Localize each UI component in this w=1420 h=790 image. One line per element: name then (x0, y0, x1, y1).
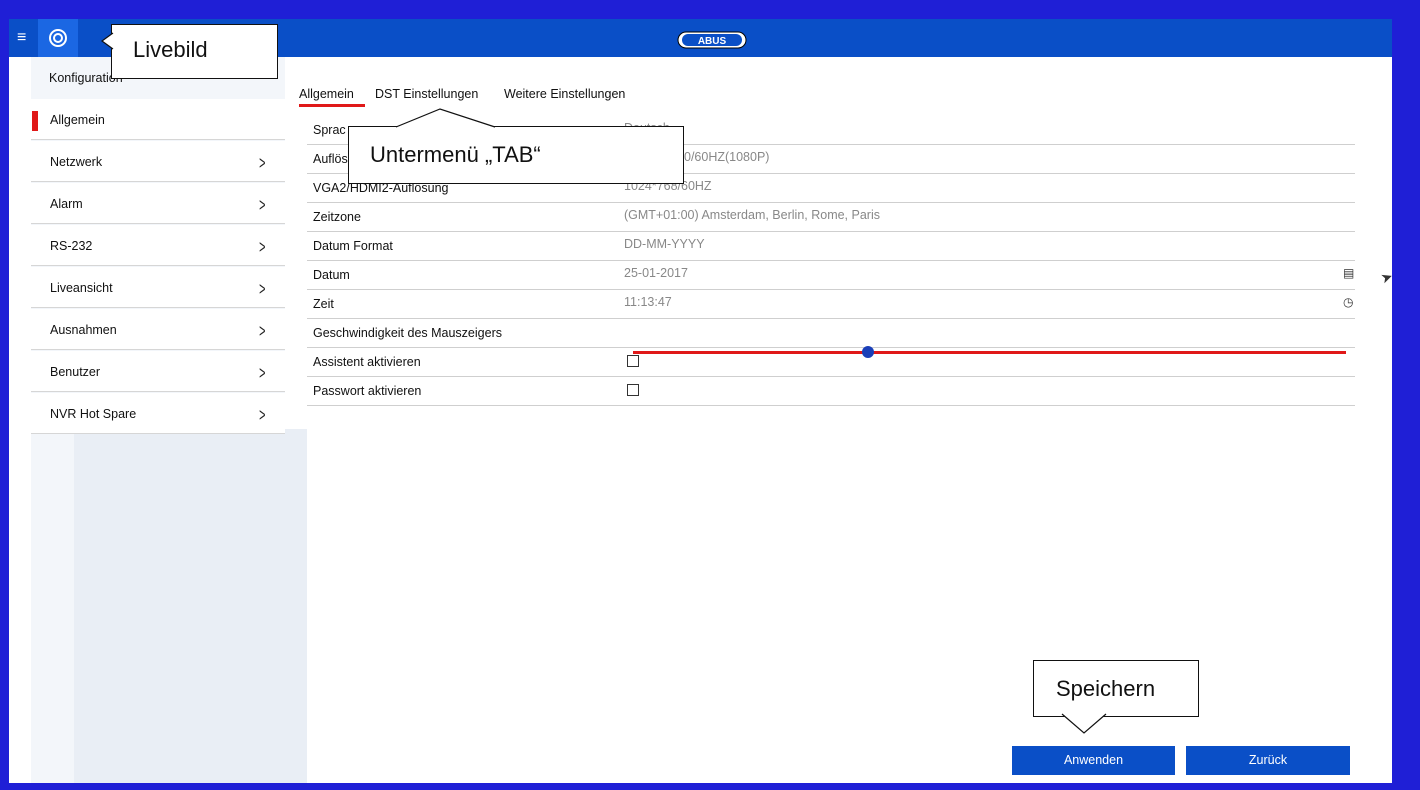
setting-value[interactable]: 25-01-2017 (624, 266, 688, 280)
passwort-checkbox[interactable] (627, 384, 639, 396)
apply-button[interactable]: Anwenden (1012, 746, 1175, 775)
setting-row-mauszeiger: Geschwindigkeit des Mauszeigers (307, 318, 1355, 348)
callout-pointer (1061, 713, 1107, 734)
sidebar-item-label: Liveansicht (50, 281, 113, 295)
setting-row-passwort: Passwort aktivieren (307, 376, 1355, 406)
clock-icon[interactable]: ◷ (1343, 295, 1353, 309)
callout-livebild: Livebild (111, 24, 278, 79)
callout-untermenu-tab: Untermenü „TAB“ (348, 126, 684, 184)
setting-label: Geschwindigkeit des Mauszeigers (313, 326, 502, 340)
sidebar-item-label: Allgemein (50, 113, 105, 127)
sidebar-item-label: RS-232 (50, 239, 93, 253)
setting-label: Datum Format (313, 239, 393, 253)
sidebar-item-label: NVR Hot Spare (50, 407, 137, 421)
sidebar-item-liveansicht[interactable]: Liveansicht > (31, 267, 285, 308)
setting-label: Assistent aktivieren (313, 355, 421, 369)
sidebar-item-allgemein[interactable]: Allgemein (31, 99, 285, 140)
setting-value[interactable]: 11:13:47 (624, 295, 672, 309)
window-frame: ≡ ABUS Konfiguration Allgemein Netzwerk (0, 0, 1420, 790)
chevron-right-icon: > (259, 321, 266, 341)
sidebar-background (74, 429, 307, 783)
callout-text: Speichern (1056, 676, 1156, 701)
sidebar-item-label: Benutzer (50, 365, 101, 379)
tab-allgemein[interactable]: Allgemein (299, 87, 354, 101)
sidebar-item-label: Netzwerk (50, 155, 103, 169)
sidebar-item-label: Alarm (50, 197, 83, 211)
calendar-icon[interactable]: ▤ (1343, 266, 1354, 280)
sidebar-item-label: Ausnahmen (50, 323, 117, 337)
sidebar-item-benutzer[interactable]: Benutzer > (31, 351, 285, 392)
chevron-right-icon: > (259, 153, 266, 173)
chevron-right-icon: > (259, 237, 266, 257)
chevron-right-icon: > (259, 195, 266, 215)
svg-text:ABUS: ABUS (698, 36, 727, 47)
setting-label: Sprac (313, 123, 346, 137)
callout-pointer (100, 32, 114, 50)
callout-speichern: Speichern (1033, 660, 1199, 717)
live-view-icon[interactable] (38, 19, 78, 57)
sidebar-item-ausnahmen[interactable]: Ausnahmen > (31, 309, 285, 350)
callout-text: Untermenü „TAB“ (370, 142, 541, 167)
mouse-cursor-icon: ➤ (1378, 267, 1392, 287)
setting-row-datum: Datum 25-01-2017 ▤ (307, 260, 1355, 290)
setting-label: Datum (313, 268, 350, 282)
tab-weitere-einstellungen[interactable]: Weitere Einstellungen (504, 87, 625, 101)
tab-dst-einstellungen[interactable]: DST Einstellungen (375, 87, 478, 101)
mouse-speed-slider[interactable] (633, 351, 1346, 354)
setting-row-datum-format: Datum Format DD-MM-YYYY (307, 231, 1355, 261)
active-marker (32, 111, 38, 131)
sidebar-item-alarm[interactable]: Alarm > (31, 183, 285, 224)
setting-row-zeitzone: Zeitzone (GMT+01:00) Amsterdam, Berlin, … (307, 202, 1355, 232)
setting-label: Auflös (313, 152, 348, 166)
setting-label: Zeitzone (313, 210, 361, 224)
setting-value[interactable]: DD-MM-YYYY (624, 237, 705, 251)
callout-pointer (395, 108, 496, 128)
setting-value[interactable]: (GMT+01:00) Amsterdam, Berlin, Rome, Par… (624, 208, 880, 222)
setting-value[interactable]: 0/60HZ(1080P) (684, 150, 769, 164)
sidebar-item-rs232[interactable]: RS-232 > (31, 225, 285, 266)
back-button[interactable]: Zurück (1186, 746, 1350, 775)
callout-text: Livebild (133, 37, 208, 62)
menu-icon[interactable]: ≡ (17, 28, 35, 48)
sidebar-item-nvr-hot-spare[interactable]: NVR Hot Spare > (31, 393, 285, 434)
setting-label: Zeit (313, 297, 334, 311)
setting-label: Passwort aktivieren (313, 384, 422, 398)
assistent-checkbox[interactable] (627, 355, 639, 367)
chevron-right-icon: > (259, 405, 266, 425)
chevron-right-icon: > (259, 279, 266, 299)
chevron-right-icon: > (259, 363, 266, 383)
abus-logo: ABUS (677, 31, 747, 49)
setting-row-zeit: Zeit 11:13:47 ◷ (307, 289, 1355, 319)
active-tab-indicator (299, 104, 365, 107)
sidebar-item-netzwerk[interactable]: Netzwerk > (31, 141, 285, 182)
